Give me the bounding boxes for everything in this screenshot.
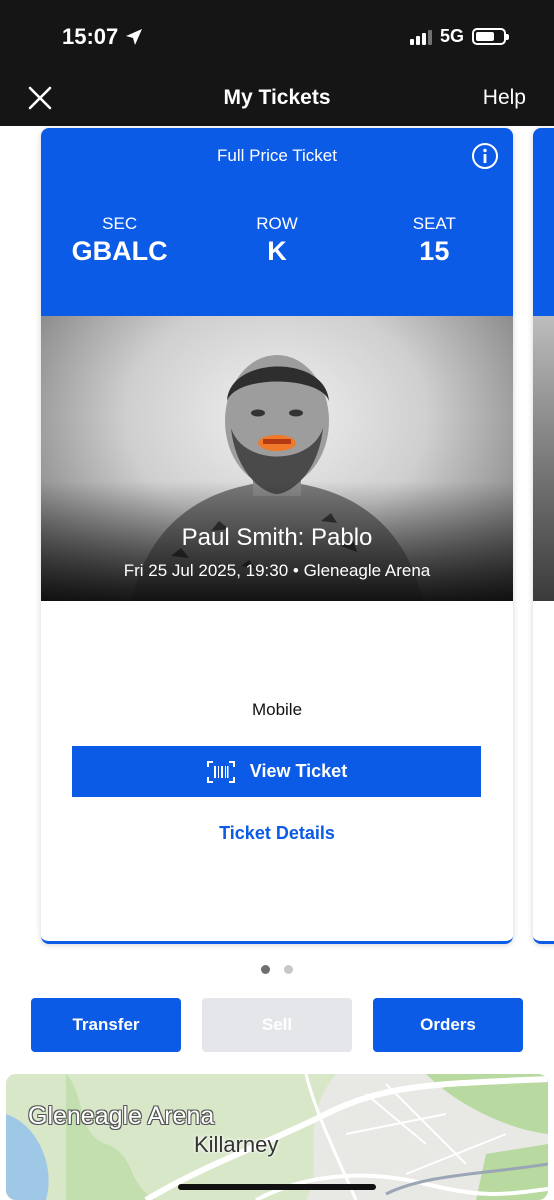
- section-value: GBALC: [71, 236, 168, 266]
- ticket-actions: Transfer Sell Orders: [31, 998, 523, 1052]
- status-indicators: 5G: [409, 26, 509, 47]
- venue-map[interactable]: Gleneagle Arena Killarney: [6, 1074, 548, 1200]
- status-time: 15:07: [62, 24, 144, 50]
- transfer-button[interactable]: Transfer: [31, 998, 181, 1052]
- row-value: K: [267, 236, 287, 266]
- info-icon[interactable]: [471, 142, 499, 170]
- location-arrow-icon: [126, 29, 143, 45]
- event-datetime-venue: Fri 25 Jul 2025, 19:30 • Gleneagle Arena: [123, 561, 431, 580]
- top-bar: 15:07 5G My Tickets Help: [0, 0, 554, 126]
- ticket-type: Full Price Ticket: [217, 146, 337, 165]
- ticket-card[interactable]: Full Price Ticket SEC GBALC ROW K SEAT 1…: [41, 128, 513, 944]
- map-town-label: Killarney: [194, 1132, 279, 1157]
- pager-dot-2[interactable]: [284, 965, 293, 974]
- row-block: ROW K: [198, 214, 355, 267]
- ticket-header: Full Price Ticket SEC GBALC ROW K SEAT 1…: [41, 128, 513, 316]
- ticket-details-link[interactable]: Ticket Details: [41, 823, 513, 844]
- battery-icon: [472, 28, 509, 45]
- seat-value: 15: [419, 236, 450, 266]
- seat-block: SEAT 15: [356, 214, 513, 267]
- help-link[interactable]: Help: [483, 86, 526, 110]
- page-title: My Tickets: [223, 86, 331, 109]
- section-label: SEC: [102, 214, 138, 233]
- next-ticket-card-peek[interactable]: [533, 128, 554, 944]
- seat-info: SEC GBALC ROW K SEAT 15: [41, 214, 513, 267]
- view-ticket-label: View Ticket: [249, 761, 348, 781]
- map-venue-label: Gleneagle Arena: [28, 1102, 215, 1130]
- event-name: Paul Smith: Pablo: [181, 524, 373, 551]
- barcode-icon: [206, 760, 235, 783]
- view-ticket-button[interactable]: View Ticket: [72, 746, 481, 797]
- event-image: Paul Smith: Pablo Fri 25 Jul 2025, 19:30…: [41, 316, 513, 601]
- pager-dot-1[interactable]: [261, 965, 270, 974]
- sell-button: Sell: [202, 998, 352, 1052]
- network-type: 5G: [439, 26, 464, 46]
- section-block: SEC GBALC: [41, 214, 198, 267]
- row-label: ROW: [256, 214, 298, 233]
- clock: 15:07: [62, 24, 119, 49]
- delivery-method: Mobile: [251, 700, 303, 719]
- home-indicator: [178, 1184, 376, 1190]
- pager-dots: [0, 965, 554, 974]
- orders-button[interactable]: Orders: [373, 998, 523, 1052]
- seat-label: SEAT: [412, 214, 456, 233]
- performer-photo: [131, 355, 423, 601]
- signal-icon: [409, 29, 432, 45]
